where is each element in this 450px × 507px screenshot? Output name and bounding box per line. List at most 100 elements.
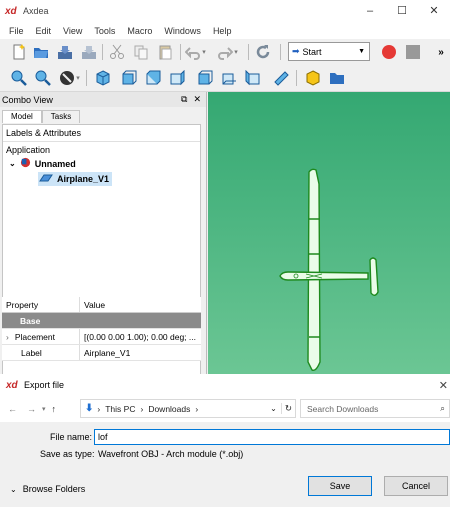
copy-icon[interactable] [132, 43, 150, 61]
draw-style-dropdown-icon[interactable]: ▾ [74, 69, 82, 87]
save-button[interactable]: Save [308, 476, 372, 496]
toolbar-more-button[interactable]: » [432, 43, 450, 61]
menu-windows[interactable]: Windows [158, 26, 207, 36]
left-view-icon[interactable] [244, 69, 262, 87]
property-group-label: Base [20, 315, 41, 326]
menu-tools[interactable]: Tools [88, 26, 121, 36]
address-bar[interactable]: ⬇ › This PC › Downloads › ⌄ ↻ [80, 399, 296, 418]
address-dropdown-icon[interactable]: ⌄ [270, 404, 277, 413]
tree-item-object[interactable]: Airplane_V1 [38, 172, 113, 186]
back-arrow-icon[interactable]: ← [8, 404, 17, 414]
tree-root-application: Application [6, 145, 51, 155]
save-type-select[interactable]: Wavefront OBJ - Arch module (*.obj) [94, 446, 450, 462]
close-button[interactable]: ✕ [418, 0, 450, 22]
new-file-icon[interactable] [10, 43, 28, 61]
breadcrumb-downloads[interactable]: Downloads [148, 404, 190, 414]
refresh-icon[interactable]: ↻ [280, 403, 292, 414]
save-as-icon[interactable] [80, 43, 98, 61]
maximize-button[interactable]: ☐ [386, 0, 418, 22]
combo-view-title: Combo View [2, 94, 53, 105]
file-name-value: lof [98, 432, 108, 442]
menu-view[interactable]: View [57, 26, 88, 36]
chevron-down-icon: ⌄ [10, 484, 17, 494]
search-placeholder: Search Downloads [307, 403, 379, 414]
macro-play-icon: ➡ [292, 46, 300, 56]
tab-model[interactable]: Model [2, 110, 42, 123]
cut-icon[interactable] [108, 43, 126, 61]
forward-arrow-icon[interactable]: → [27, 404, 36, 414]
minimize-button[interactable]: – [354, 0, 386, 22]
menu-bar: File Edit View Tools Macro Windows Help [0, 22, 450, 39]
menu-file[interactable]: File [3, 26, 30, 36]
window-title: Axdea [23, 6, 49, 16]
save-icon[interactable] [56, 43, 74, 61]
macro-select[interactable]: ➡ Start ▼ [288, 42, 370, 61]
menu-help[interactable]: Help [207, 26, 238, 36]
menu-edit[interactable]: Edit [30, 26, 58, 36]
group-folder-icon[interactable] [328, 69, 346, 87]
paste-icon[interactable] [156, 43, 174, 61]
chevron-down-icon[interactable]: ⌄ [9, 159, 16, 168]
undo-dropdown-icon[interactable]: ▾ [200, 43, 208, 61]
dialog-footer: ⌄ Browse Folders Save Cancel [0, 463, 450, 507]
title-bar: xd Axdea – ☐ ✕ [0, 0, 450, 22]
bottom-view-icon[interactable] [220, 69, 238, 87]
file-name-label: File name: [50, 432, 93, 442]
download-location-icon: ⬇ [85, 403, 94, 414]
macro-select-value: Start [302, 46, 322, 57]
chevron-down-icon: ▼ [358, 48, 365, 55]
fit-all-icon[interactable] [10, 69, 28, 87]
fit-selection-icon[interactable] [34, 69, 52, 87]
breadcrumb-separator-icon: › [97, 403, 101, 414]
cancel-button[interactable]: Cancel [384, 476, 448, 496]
right-view-icon[interactable] [168, 69, 186, 87]
save-type-value: Wavefront OBJ - Arch module (*.obj) [98, 449, 244, 459]
object-name: Airplane_V1 [57, 174, 110, 184]
document-name: Unnamed [34, 158, 76, 169]
property-value: [(0.00 0.00 1.00); 0.00 deg; ... [84, 331, 196, 342]
rear-view-icon[interactable] [196, 69, 214, 87]
menu-macro[interactable]: Macro [121, 26, 158, 36]
isometric-view-icon[interactable] [94, 69, 112, 87]
navigation-row: ← → ▾ ↑ ⬇ › This PC › Downloads › ⌄ ↻ Se… [0, 396, 450, 422]
table-row[interactable]: Label Airplane_V1 [2, 345, 201, 361]
search-input[interactable]: Search Downloads ⌕ [300, 399, 450, 418]
open-folder-icon[interactable] [32, 43, 50, 61]
dialog-close-icon[interactable]: ✕ [439, 379, 448, 392]
property-table-header: Property Value [2, 297, 201, 313]
value-column-header: Value [84, 299, 106, 310]
refresh-icon[interactable] [254, 43, 272, 61]
part-icon[interactable] [304, 69, 322, 87]
file-name-input[interactable]: lof [94, 429, 450, 445]
mesh-object-icon [39, 173, 53, 185]
table-row[interactable]: › Placement [(0.00 0.00 1.00); 0.00 deg; … [2, 329, 201, 345]
combo-tabs: Model Tasks [0, 107, 206, 123]
export-file-dialog: xd Export file ✕ ← → ▾ ↑ ⬇ › This PC › D… [0, 374, 450, 507]
property-table: Property Value Base › Placement [(0.00 0.… [2, 297, 201, 361]
breadcrumb-this-pc[interactable]: This PC [105, 404, 135, 414]
record-macro-icon[interactable] [380, 43, 398, 61]
property-group-base[interactable]: Base [2, 313, 201, 329]
up-arrow-icon[interactable]: ↑ [52, 404, 57, 414]
dialog-fields: File name: lof Save as type: Wavefront O… [0, 422, 450, 463]
dialog-title-bar: xd Export file ✕ [0, 374, 450, 396]
property-name: › Placement [2, 329, 80, 344]
tree-item-document[interactable]: ⌄ Unnamed [9, 157, 76, 170]
front-view-icon[interactable] [120, 69, 138, 87]
redo-dropdown-icon[interactable]: ▾ [232, 43, 240, 61]
measure-icon[interactable] [272, 69, 290, 87]
history-dropdown-icon[interactable]: ▾ [42, 405, 46, 413]
tab-tasks[interactable]: Tasks [41, 110, 81, 123]
stop-macro-icon[interactable] [404, 43, 422, 61]
close-panel-icon[interactable]: ✕ [193, 94, 201, 105]
search-icon: ⌕ [440, 403, 445, 413]
top-view-icon[interactable] [144, 69, 162, 87]
property-name: Label [2, 345, 80, 360]
document-icon [20, 157, 31, 170]
3d-viewport[interactable] [208, 92, 450, 382]
chevron-right-icon[interactable]: › [6, 332, 9, 342]
browse-folders-toggle[interactable]: ⌄ Browse Folders [10, 484, 85, 494]
breadcrumb-separator-icon: › [140, 403, 144, 414]
breadcrumb-separator-icon: › [195, 403, 199, 414]
float-panel-icon[interactable]: ⧉ [181, 94, 187, 105]
